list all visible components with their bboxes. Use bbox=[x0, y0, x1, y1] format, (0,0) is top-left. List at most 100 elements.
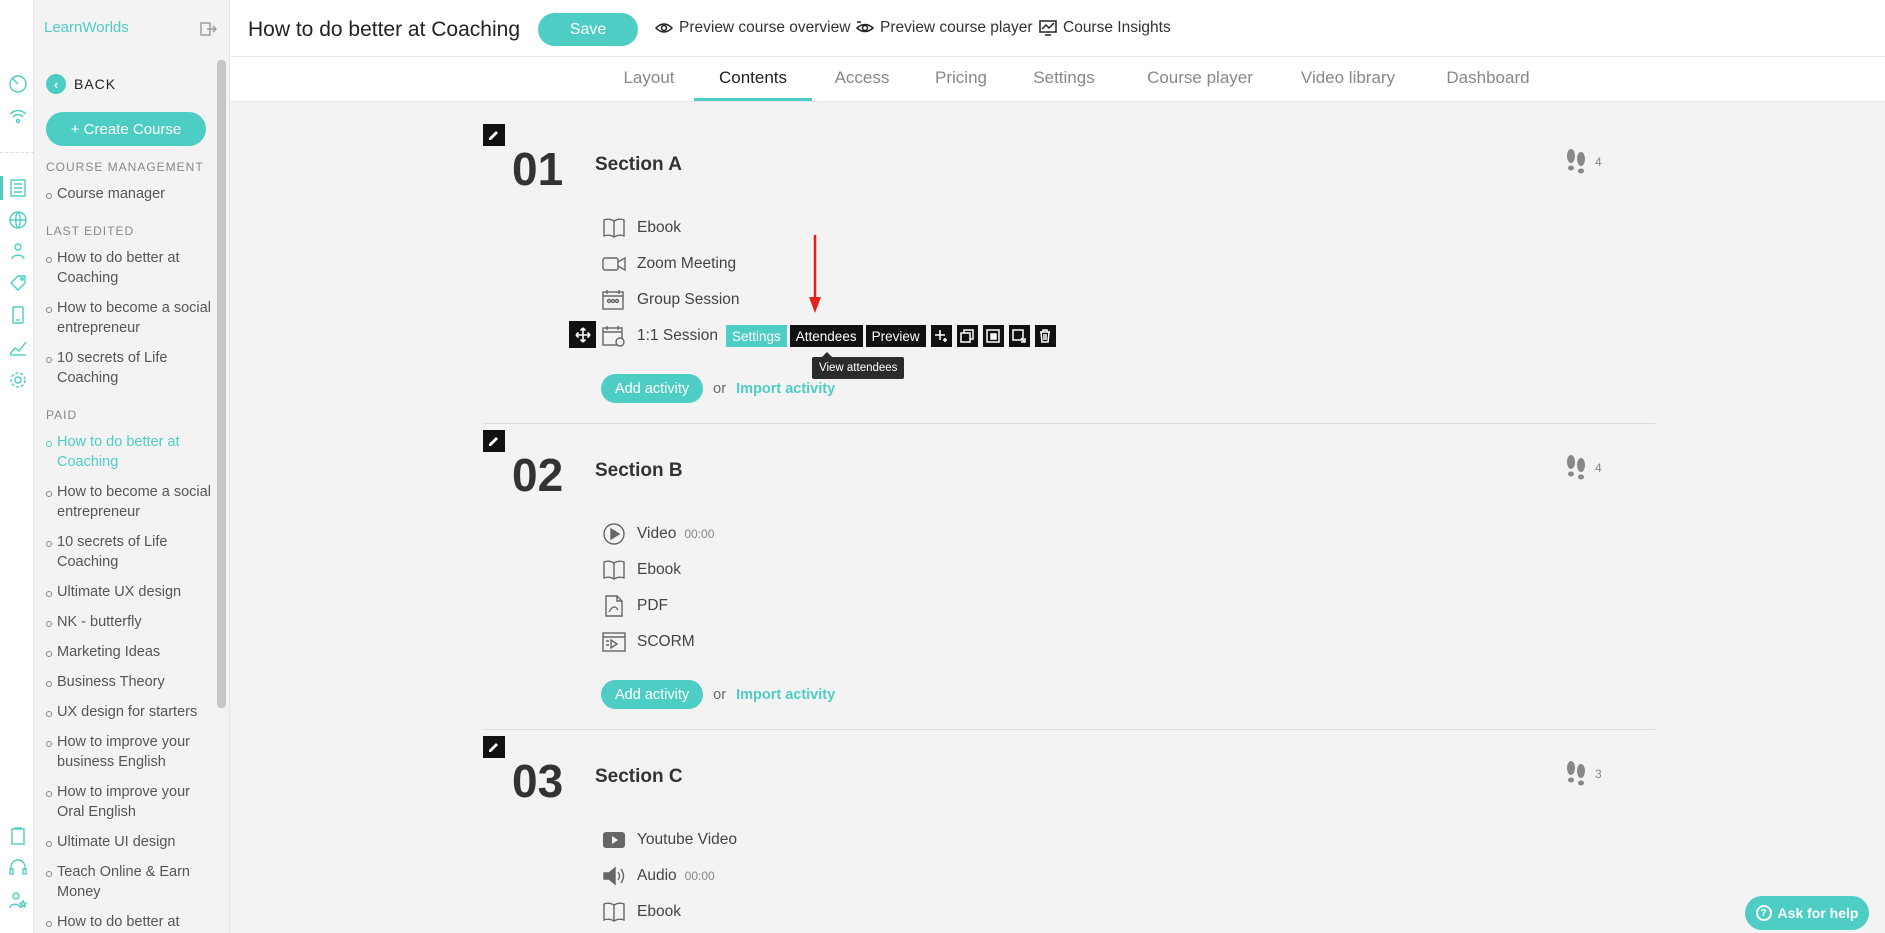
activity-item[interactable]: Group Session bbox=[601, 288, 740, 312]
ask-for-help-button[interactable]: ? Ask for help bbox=[1745, 896, 1869, 930]
sidebar-item-paid[interactable]: 10 secrets of Life Coaching bbox=[46, 532, 211, 572]
activity-item[interactable]: Youtube Video bbox=[601, 828, 737, 852]
activity-item-hovered[interactable]: 1:1 Session Settings Attendees Preview bbox=[569, 321, 1056, 348]
edit-section-pencil-icon[interactable] bbox=[483, 124, 505, 146]
footsteps-icon bbox=[1563, 148, 1589, 176]
tab-access[interactable]: Access bbox=[827, 57, 897, 101]
preview-course-player-link[interactable]: Preview course player bbox=[855, 19, 1032, 37]
page-title: How to do better at Coaching bbox=[248, 18, 520, 41]
brand[interactable]: LearnWorlds bbox=[34, 16, 129, 38]
sidebar-scrollbar[interactable] bbox=[217, 60, 226, 708]
headset-icon[interactable] bbox=[8, 858, 28, 878]
section-steps: 4 bbox=[1563, 148, 1602, 176]
insights-monitor-icon bbox=[1039, 19, 1057, 37]
duplicate-icon[interactable] bbox=[956, 325, 978, 347]
section-title[interactable]: Section B bbox=[595, 460, 683, 482]
users-icon[interactable] bbox=[8, 241, 28, 261]
create-course-button[interactable]: + Create Course bbox=[46, 112, 206, 146]
activity-item[interactable]: PDF bbox=[601, 594, 668, 618]
save-button[interactable]: Save bbox=[538, 13, 638, 46]
activity-item[interactable]: Ebook bbox=[601, 216, 681, 240]
logout-icon[interactable] bbox=[199, 20, 217, 38]
section-divider bbox=[483, 729, 1655, 730]
add-activity-button[interactable]: Add activity bbox=[601, 374, 704, 403]
move-to-icon[interactable] bbox=[1008, 325, 1030, 347]
activity-item[interactable]: Audio 00:00 bbox=[601, 864, 715, 888]
section-number: 03 bbox=[512, 755, 564, 807]
activity-settings-button[interactable]: Settings bbox=[726, 325, 787, 347]
sidebar-item-paid[interactable]: Teach Online & Earn Money bbox=[46, 862, 211, 902]
sidebar-item-paid[interactable]: Ultimate UI design bbox=[46, 832, 211, 852]
back-link[interactable]: ‹ BACK bbox=[46, 74, 116, 94]
sidebar-item-paid[interactable]: NK - butterfly bbox=[46, 612, 211, 632]
user-star-icon[interactable] bbox=[8, 890, 28, 910]
activity-item[interactable]: Ebook bbox=[601, 558, 681, 582]
ebook-icon bbox=[601, 558, 627, 582]
sidebar-item-paid[interactable]: Marketing Ideas bbox=[46, 642, 211, 662]
wifi-icon[interactable] bbox=[8, 106, 28, 126]
import-activity-link[interactable]: Import activity bbox=[736, 381, 835, 397]
trash-icon[interactable] bbox=[1034, 325, 1056, 347]
add-activity-button[interactable]: Add activity bbox=[601, 680, 704, 709]
copy-to-icon[interactable] bbox=[982, 325, 1004, 347]
activity-label: Zoom Meeting bbox=[637, 255, 737, 272]
back-label: BACK bbox=[74, 76, 117, 92]
section-divider bbox=[483, 423, 1655, 424]
analytics-icon[interactable] bbox=[8, 337, 28, 357]
activity-item[interactable]: Zoom Meeting bbox=[601, 252, 736, 276]
dashboard-gauge-icon[interactable] bbox=[8, 74, 28, 94]
preview-course-overview-label: Preview course overview bbox=[679, 19, 851, 36]
sidebar-item-last-edited[interactable]: 10 secrets of Life Coaching bbox=[46, 348, 211, 388]
activity-item[interactable]: Video 00:00 bbox=[601, 522, 714, 546]
section-title[interactable]: Section C bbox=[595, 766, 683, 788]
video-play-icon bbox=[601, 522, 627, 546]
sidebar-item-paid[interactable]: How to do better at Coaching bbox=[46, 912, 211, 933]
course-insights-label: Course Insights bbox=[1063, 19, 1171, 36]
tab-video-library[interactable]: Video library bbox=[1298, 57, 1398, 101]
preview-course-overview-link[interactable]: Preview course overview bbox=[654, 19, 851, 37]
activity-attendees-button[interactable]: Attendees bbox=[789, 325, 863, 347]
red-annotation-arrow-icon bbox=[809, 235, 821, 313]
tab-dashboard[interactable]: Dashboard bbox=[1443, 57, 1533, 101]
move-arrows-icon[interactable] bbox=[569, 321, 596, 348]
sidebar-item-paid[interactable]: How to improve your business English bbox=[46, 732, 211, 772]
sidebar-item-last-edited[interactable]: How to do better at Coaching bbox=[46, 248, 211, 288]
sidebar-item-last-edited[interactable]: How to become a social entrepreneur bbox=[46, 298, 211, 338]
activity-label: Video bbox=[637, 525, 677, 542]
tab-settings[interactable]: Settings bbox=[1032, 57, 1096, 101]
tab-layout[interactable]: Layout bbox=[618, 57, 680, 101]
tab-contents[interactable]: Contents bbox=[694, 57, 812, 101]
sidebar-item-paid[interactable]: How to become a social entrepreneur bbox=[46, 482, 211, 522]
course-insights-link[interactable]: Course Insights bbox=[1039, 19, 1171, 37]
settings-gear-icon[interactable] bbox=[8, 370, 28, 390]
clipboard-icon[interactable] bbox=[8, 826, 28, 846]
activity-item[interactable]: SCORM bbox=[601, 630, 695, 654]
globe-icon[interactable] bbox=[8, 210, 28, 230]
mobile-icon[interactable] bbox=[8, 305, 28, 325]
courses-icon[interactable] bbox=[8, 178, 28, 198]
ebook-icon bbox=[601, 216, 627, 240]
section-title[interactable]: Section A bbox=[595, 154, 682, 176]
paid-header: PAID bbox=[46, 408, 78, 422]
tab-course-player[interactable]: Course player bbox=[1145, 57, 1255, 101]
sidebar-item-paid-current[interactable]: How to do better at Coaching bbox=[46, 432, 211, 472]
rail-separator bbox=[0, 152, 34, 153]
sidebar-item-paid[interactable]: Ultimate UX design bbox=[46, 582, 211, 602]
sidebar-course-list: COURSE MANAGEMENT Course manager LAST ED… bbox=[46, 160, 211, 933]
import-activity-link[interactable]: Import activity bbox=[736, 687, 835, 703]
tag-icon[interactable] bbox=[8, 273, 28, 293]
sidebar-item-paid[interactable]: Business Theory bbox=[46, 672, 211, 692]
activity-item[interactable]: Ebook bbox=[601, 900, 681, 924]
activity-toolbar: Settings Attendees Preview bbox=[726, 325, 1056, 347]
section-steps: 3 bbox=[1563, 760, 1602, 788]
activity-preview-button[interactable]: Preview bbox=[865, 325, 926, 347]
tab-pricing[interactable]: Pricing bbox=[930, 57, 992, 101]
sidebar-item-paid[interactable]: UX design for starters bbox=[46, 702, 211, 722]
edit-section-pencil-icon[interactable] bbox=[483, 736, 505, 758]
sidebar-item-paid[interactable]: How to improve your Oral English bbox=[46, 782, 211, 822]
edit-section-pencil-icon[interactable] bbox=[483, 430, 505, 452]
last-edited-header: LAST EDITED bbox=[46, 224, 135, 238]
sidebar-item-course-manager[interactable]: Course manager bbox=[46, 184, 211, 204]
add-plus-icon[interactable] bbox=[930, 325, 952, 347]
rail-active-indicator bbox=[0, 176, 3, 200]
